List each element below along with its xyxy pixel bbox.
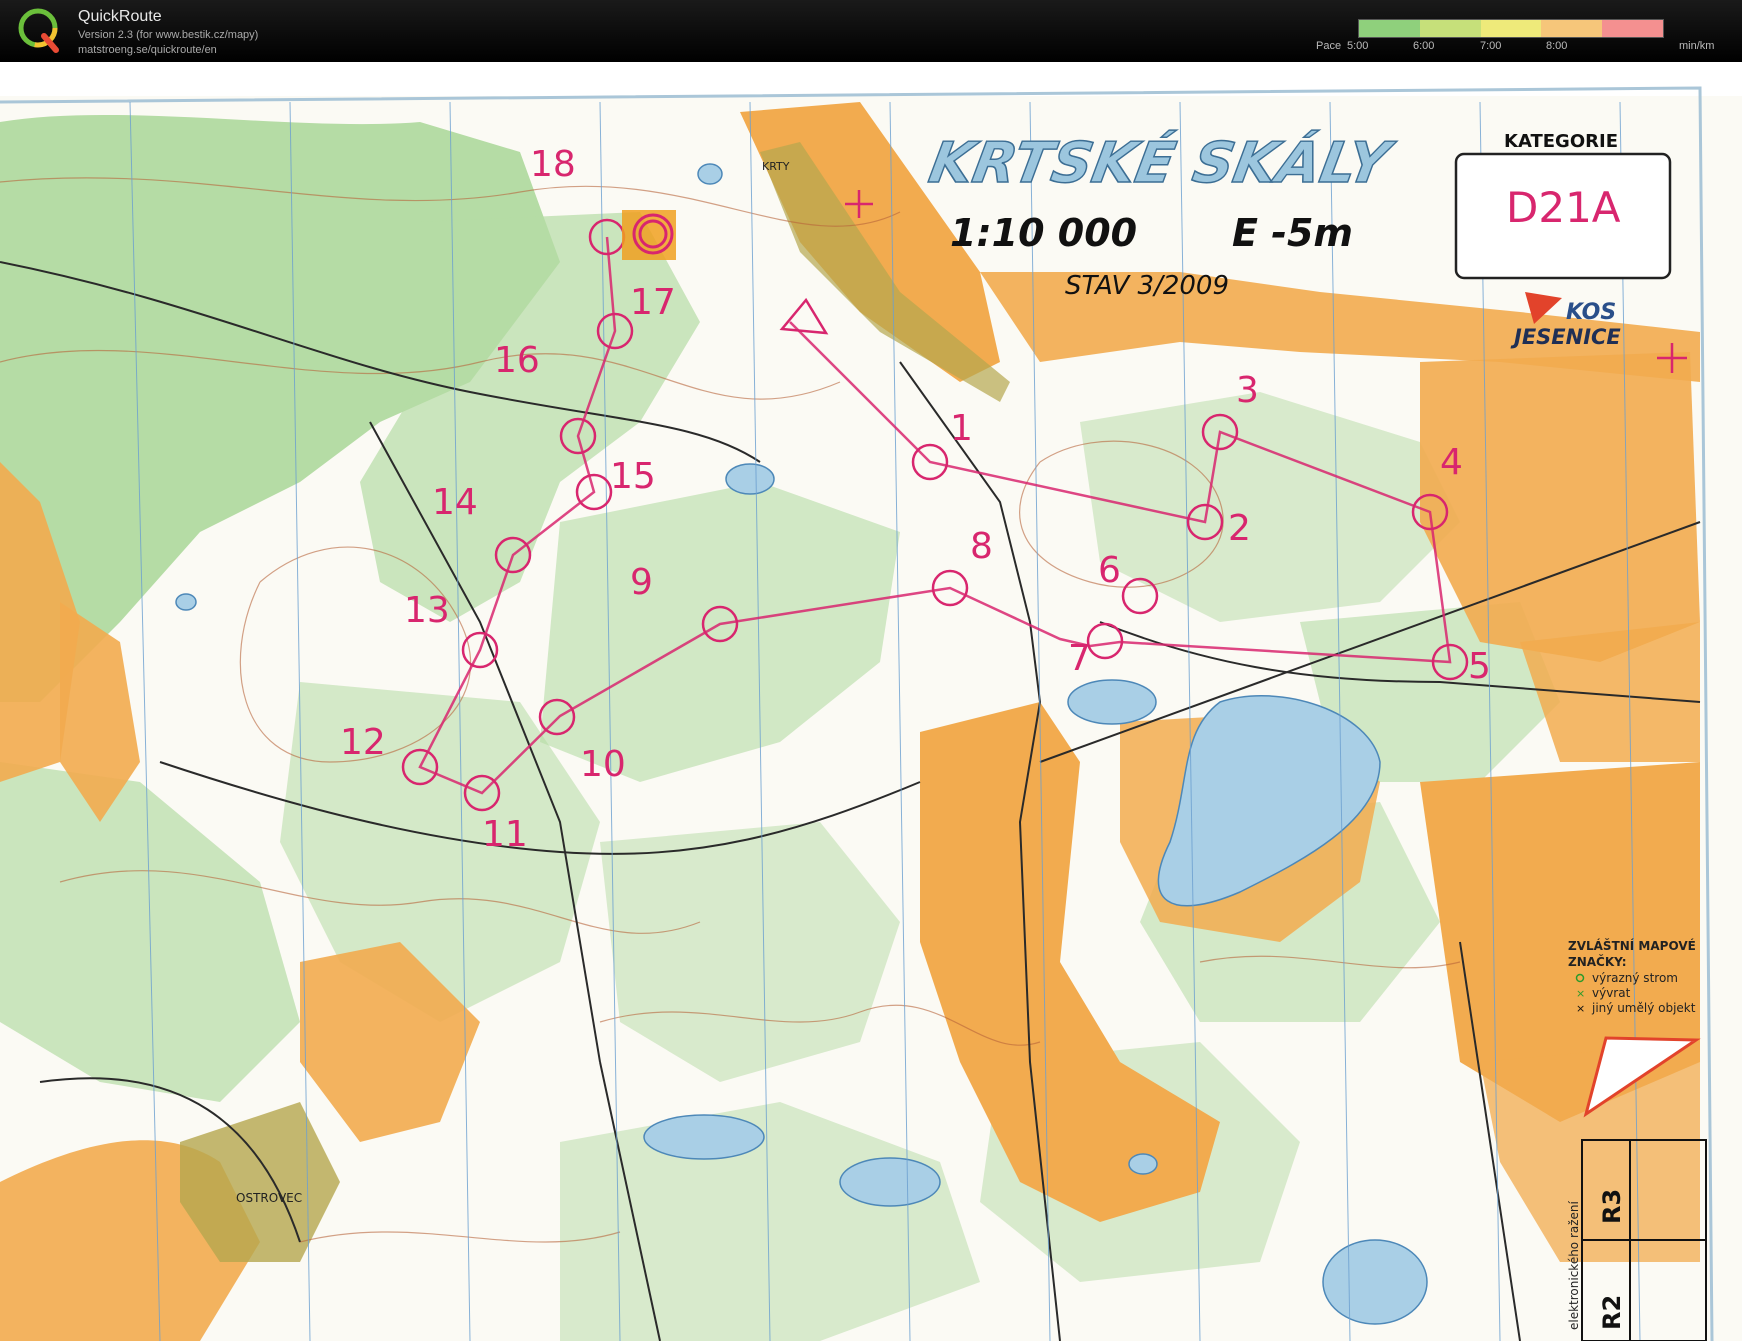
pace-unit-label: min/km: [1679, 40, 1715, 52]
legend-symbol-manmade: ×: [1576, 1002, 1585, 1015]
legend-symbol-uprooted: ×: [1576, 987, 1585, 1000]
control-number: 18: [530, 144, 576, 185]
control-number: 9: [630, 562, 653, 603]
side-note: elektronického ražení: [1567, 1200, 1581, 1330]
pace-tick-label: 6:00: [1413, 40, 1435, 52]
control-number: 11: [482, 814, 528, 855]
control-number: 16: [494, 340, 540, 381]
control-number: 14: [432, 482, 478, 523]
pace-tick-label: 5:00: [1347, 40, 1369, 52]
category-label: KATEGORIE: [1504, 131, 1618, 152]
control-number: 4: [1440, 442, 1463, 483]
club-logo-bottom: JESENICE: [1510, 325, 1621, 349]
pace-gradient-bar: [1358, 19, 1664, 38]
control-number: 2: [1228, 508, 1251, 549]
pace-tick-label: 8:00: [1546, 40, 1568, 52]
quickroute-logo: [18, 8, 59, 53]
control-number: 15: [610, 456, 656, 497]
map-canvas[interactable]: 1 2 3 4 5 6 7 8 9 10 11 12 13 14 15 16 1…: [0, 62, 1742, 1341]
pace-gradient-segment: [1541, 20, 1603, 37]
app-version: Version 2.3 (for www.bestik.cz/mapy): [78, 29, 259, 41]
control-number: 8: [970, 526, 993, 567]
legend-heading: ZNAČKY:: [1568, 954, 1627, 969]
pace-prefix-label: Pace: [1316, 40, 1342, 52]
map-equidistance: E -5m: [1232, 211, 1353, 255]
app-name: QuickRoute: [78, 8, 162, 25]
pace-gradient-segment: [1419, 20, 1481, 37]
legend-item: vývrat: [1592, 986, 1631, 1000]
control-number: 5: [1468, 646, 1491, 687]
pace-tick-label: 7:00: [1480, 40, 1502, 52]
control-number: 12: [340, 722, 386, 763]
finish-marker: [622, 210, 676, 260]
map-status: STAV 3/2009: [1065, 271, 1229, 301]
control-number: 1: [950, 408, 973, 449]
pace-gradient-segment: [1359, 20, 1420, 37]
village-label-top: KRTY: [762, 160, 790, 173]
control-number: 10: [580, 744, 626, 785]
pace-gradient-segment: [1480, 20, 1542, 37]
app-header: QuickRoute Version 2.3 (for www.bestik.c…: [0, 0, 1742, 62]
map-scale: 1:10 000: [950, 211, 1137, 255]
control-number: 6: [1098, 550, 1121, 591]
orienteering-map[interactable]: 1 2 3 4 5 6 7 8 9 10 11 12 13 14 15 16 1…: [0, 62, 1742, 1341]
side-label-r3: R3: [1598, 1189, 1626, 1224]
app-url: matstroeng.se/quickroute/en: [78, 44, 217, 56]
legend-item: jiný umělý objekt: [1591, 1001, 1696, 1015]
legend-heading: ZVLÁŠTNÍ MAPOVÉ: [1568, 938, 1696, 953]
side-label-r2: R2: [1598, 1295, 1626, 1330]
village-label-bottom: OSTROVEC: [236, 1191, 302, 1205]
legend-item: výrazný strom: [1592, 971, 1678, 985]
pace-gradient-segment: [1602, 20, 1663, 37]
category-value: D21A: [1506, 183, 1621, 232]
control-number: 7: [1068, 638, 1091, 679]
control-number: 3: [1236, 370, 1259, 411]
control-number: 13: [404, 590, 450, 631]
map-title: KRTSKÉ SKÁLY: [924, 128, 1399, 195]
club-logo-top: KOS: [1566, 300, 1616, 325]
control-number: 17: [630, 282, 676, 323]
